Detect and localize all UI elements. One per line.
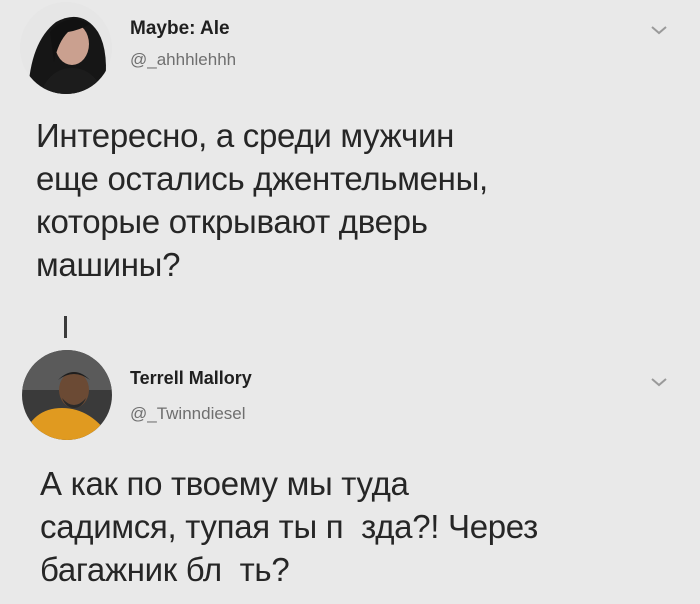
tweet-text-line: А как по твоему мы туда — [40, 465, 409, 502]
tweet-text: А как по твоему мы туда садимся, тупая т… — [40, 462, 680, 591]
tweet-text: Интересно, а среди мужчин еще остались д… — [36, 114, 676, 286]
tweet-text-line: багажник бл ть? — [40, 551, 290, 588]
thread-connector — [64, 316, 67, 338]
chevron-down-icon[interactable] — [650, 24, 668, 36]
author-name[interactable]: Maybe: Ale — [130, 18, 230, 40]
author-name[interactable]: Terrell Mallory — [130, 368, 252, 389]
tweet-text-line: которые открывают дверь — [36, 203, 428, 240]
tweet-text-line: садимся, тупая ты п зда?! Через — [40, 508, 538, 545]
author-handle[interactable]: @_Twinndiesel — [130, 404, 246, 424]
avatar[interactable] — [22, 350, 112, 440]
tweet-text-line: еще остались джентельмены, — [36, 160, 488, 197]
author-handle[interactable]: @_ahhhlehhh — [130, 50, 236, 70]
tweet-text-line: машины? — [36, 246, 181, 283]
avatar[interactable] — [20, 2, 112, 94]
tweet-text-line: Интересно, а среди мужчин — [36, 117, 455, 154]
chevron-down-icon[interactable] — [650, 376, 668, 388]
